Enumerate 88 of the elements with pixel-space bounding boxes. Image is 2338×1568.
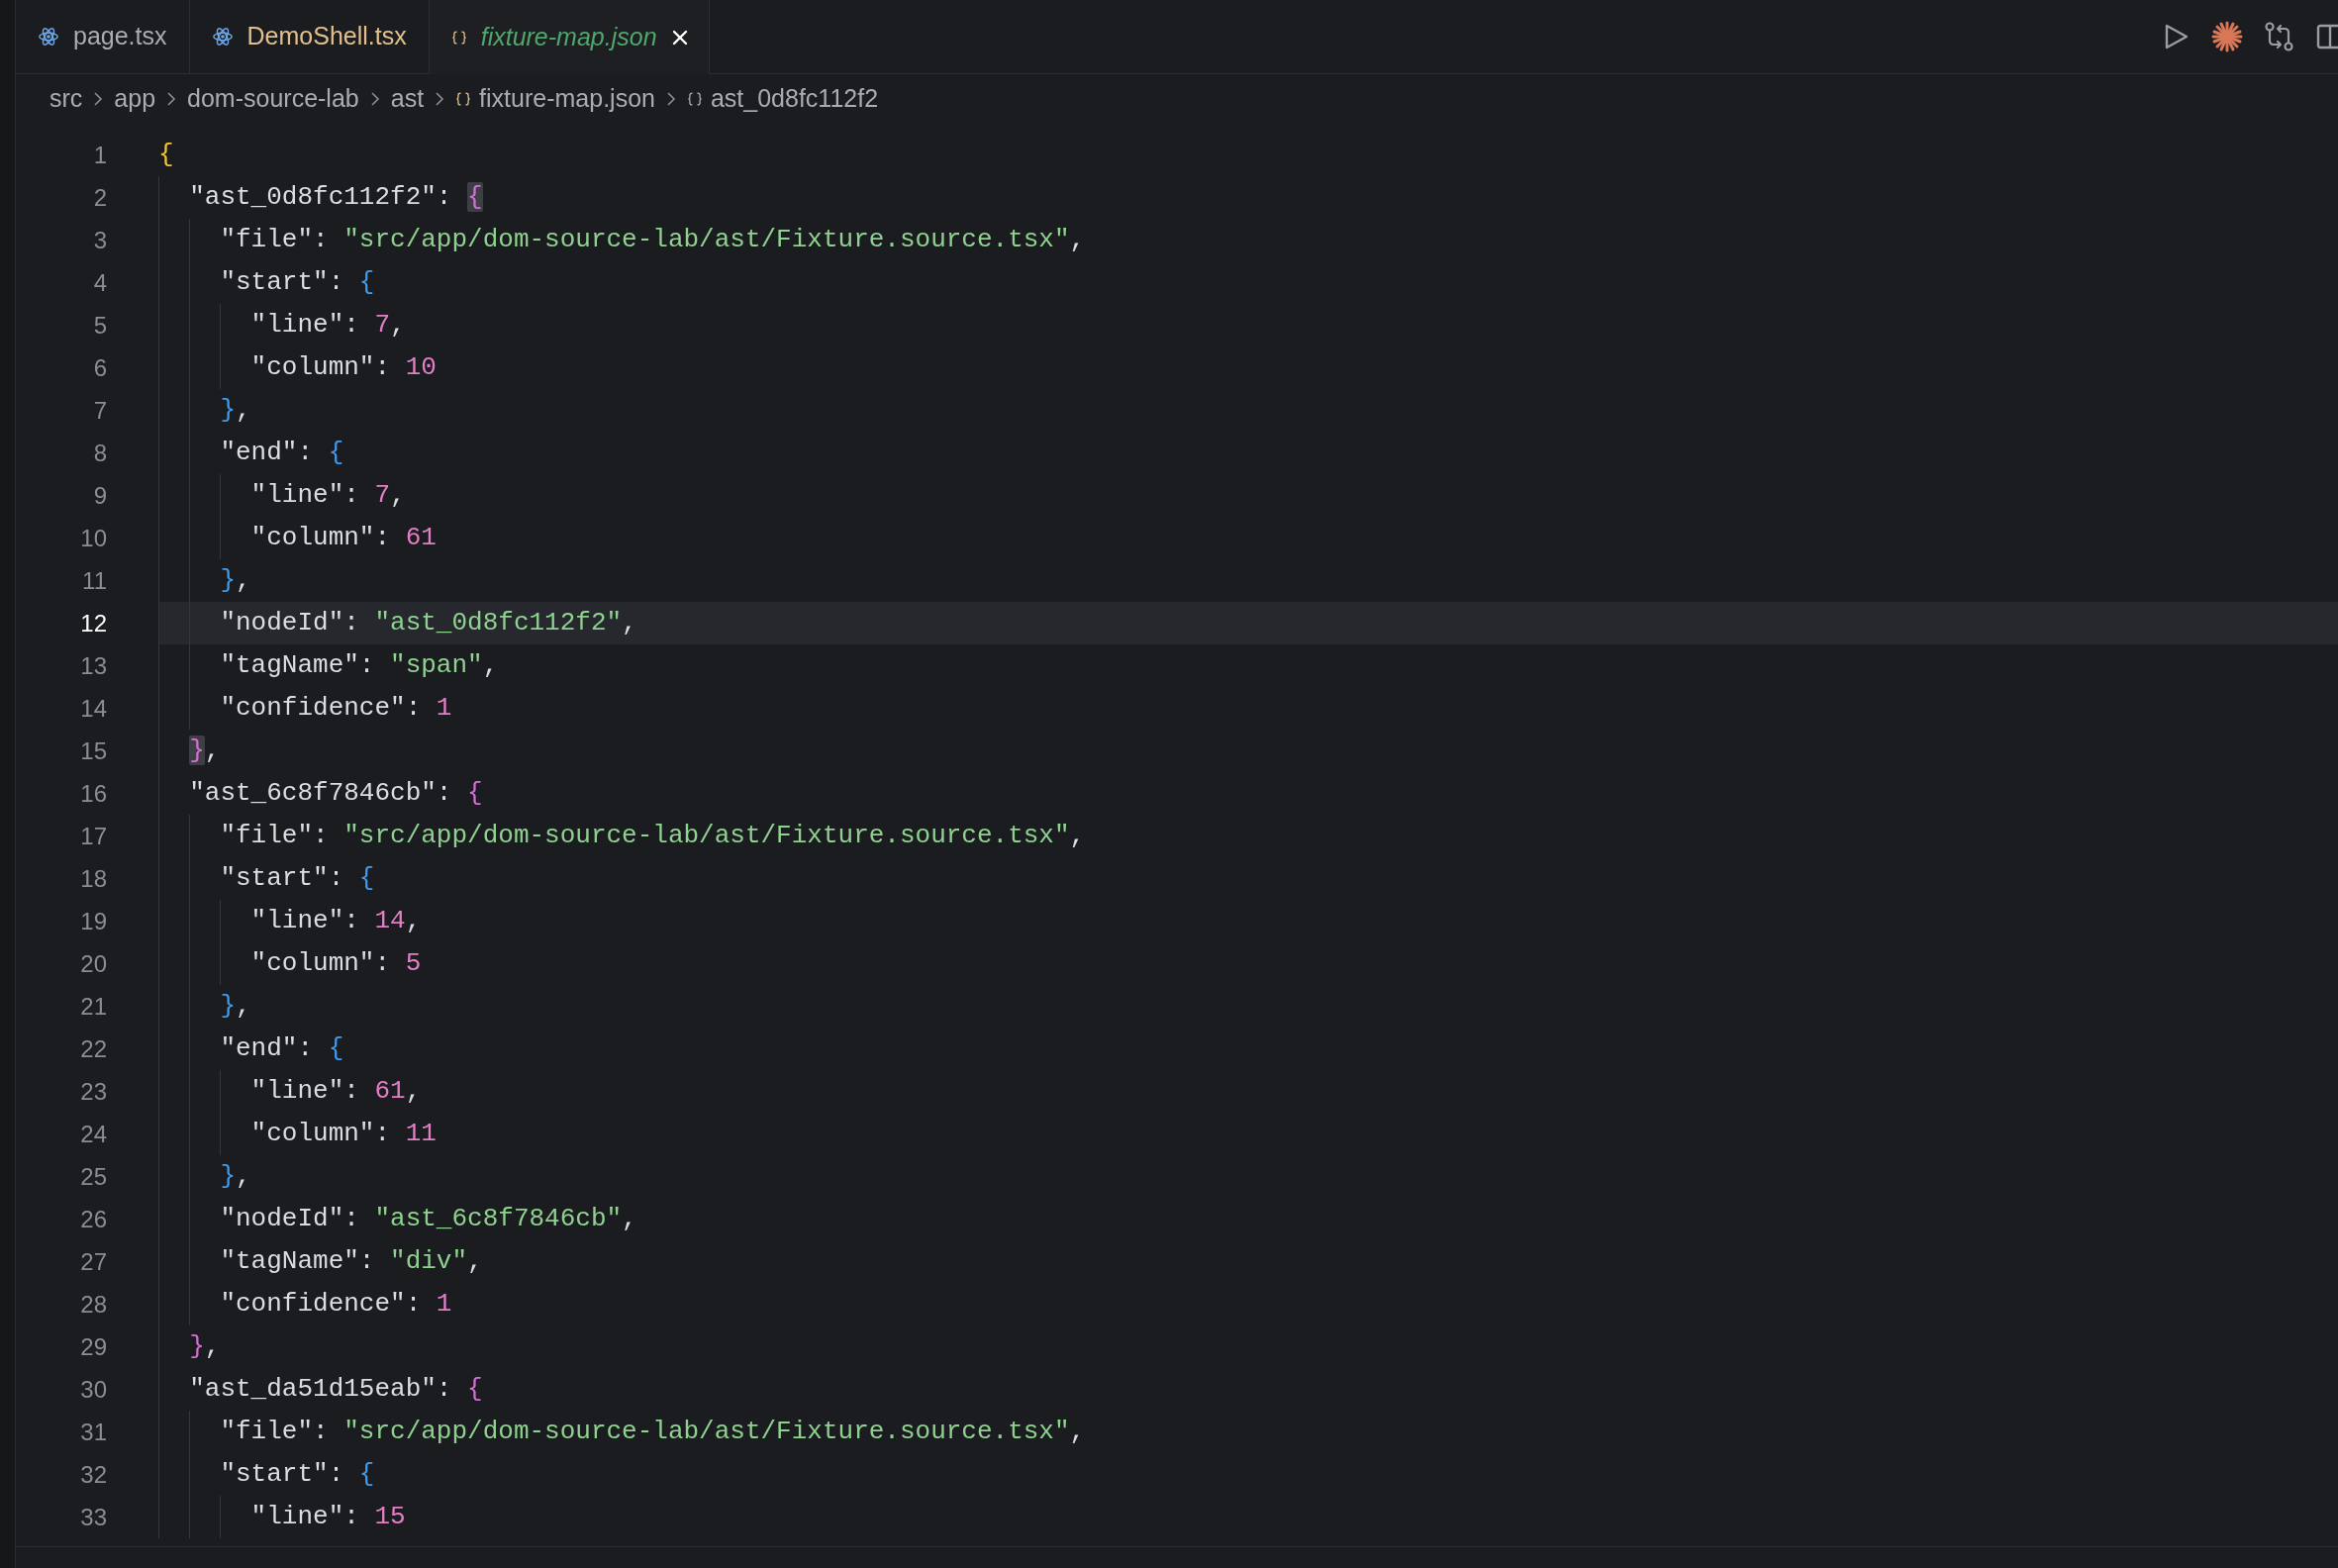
code-line: "end": { bbox=[219, 437, 344, 469]
code-line: }, bbox=[219, 564, 251, 597]
line-number: 5 bbox=[92, 310, 107, 341]
line-number: 23 bbox=[79, 1076, 107, 1107]
code-line: "file": "src/app/dom-source-lab/ast/Fixture.source.tsx", bbox=[219, 224, 1086, 256]
run-icon[interactable] bbox=[2164, 23, 2190, 50]
line-number: 12 bbox=[79, 608, 107, 638]
line-number: 16 bbox=[79, 778, 107, 809]
line-number: 21 bbox=[79, 991, 107, 1022]
line-number: 30 bbox=[79, 1374, 107, 1405]
line-number: 13 bbox=[79, 650, 107, 681]
editor-tab[interactable]: fixture-map.json bbox=[429, 0, 710, 74]
code-line: "start": { bbox=[219, 862, 375, 895]
line-number: 15 bbox=[79, 735, 107, 766]
atom-icon bbox=[38, 26, 59, 48]
breadcrumb-item[interactable]: dom-source-lab bbox=[187, 80, 359, 118]
line-number: 28 bbox=[79, 1289, 107, 1320]
breadcrumb-item[interactable]: app bbox=[114, 80, 156, 118]
code-line: "file": "src/app/dom-source-lab/ast/Fixture.source.tsx", bbox=[219, 1416, 1086, 1448]
braces-icon[interactable] bbox=[455, 91, 472, 107]
line-number: 20 bbox=[79, 948, 107, 979]
line-number: 6 bbox=[92, 352, 107, 383]
code-line: "confidence": 1 bbox=[219, 692, 452, 725]
breadcrumb-item[interactable]: src bbox=[49, 80, 83, 118]
code-line: "end": { bbox=[219, 1032, 344, 1065]
code-line: "ast_6c8f7846cb": { bbox=[188, 777, 483, 810]
code-line: "column": 5 bbox=[249, 947, 422, 980]
line-number: 27 bbox=[79, 1246, 107, 1277]
close-icon[interactable] bbox=[670, 28, 689, 47]
line-number: 25 bbox=[79, 1161, 107, 1192]
line-number: 1 bbox=[92, 140, 107, 170]
line-number: 7 bbox=[92, 395, 107, 426]
code-line: "column": 10 bbox=[249, 351, 437, 384]
code-line: }, bbox=[188, 735, 221, 767]
code-line: "file": "src/app/dom-source-lab/ast/Fixture.source.tsx", bbox=[219, 820, 1086, 852]
line-number: 11 bbox=[81, 565, 107, 596]
code-line: "line": 7, bbox=[249, 479, 406, 512]
line-number: 33 bbox=[79, 1502, 107, 1532]
line-number: 14 bbox=[79, 693, 107, 724]
line-number: 9 bbox=[92, 480, 107, 511]
line-number: 22 bbox=[79, 1033, 107, 1064]
code-line: "line": 7, bbox=[249, 309, 406, 342]
code-line: "nodeId": "ast_0d8fc112f2", bbox=[219, 607, 637, 639]
braces-icon bbox=[450, 29, 467, 46]
line-number: 8 bbox=[92, 438, 107, 468]
code-line: { bbox=[158, 139, 174, 171]
code-line: "start": { bbox=[219, 266, 375, 299]
asterisk-icon[interactable] bbox=[2211, 21, 2243, 52]
code-line: }, bbox=[219, 990, 251, 1023]
chevron-icon bbox=[664, 91, 677, 107]
code-line: "tagName": "span", bbox=[219, 649, 499, 682]
line-number: 24 bbox=[79, 1119, 107, 1149]
code-line: }, bbox=[219, 1160, 251, 1193]
line-number: 3 bbox=[92, 225, 107, 255]
line-number: 29 bbox=[79, 1331, 107, 1362]
breadcrumb-item[interactable]: ast bbox=[390, 80, 425, 118]
line-number: 10 bbox=[79, 523, 107, 553]
line-number: 19 bbox=[79, 906, 107, 936]
line-number: 17 bbox=[79, 821, 107, 851]
line-number: 32 bbox=[79, 1459, 107, 1490]
code-line: "column": 11 bbox=[249, 1118, 437, 1150]
code-line: "line": 15 bbox=[249, 1501, 406, 1533]
compare-changes-icon[interactable] bbox=[2265, 21, 2294, 52]
chevron-icon bbox=[165, 91, 178, 107]
code-line: }, bbox=[219, 394, 251, 427]
line-number: 2 bbox=[92, 182, 107, 213]
code-line: "line": 61, bbox=[249, 1075, 422, 1108]
code-line: "start": { bbox=[219, 1458, 375, 1491]
line-number: 31 bbox=[79, 1417, 107, 1447]
code-line: "ast_0d8fc112f2": { bbox=[188, 181, 483, 214]
breadcrumb-label: ast_0d8fc112f2 bbox=[710, 83, 879, 115]
line-number: 26 bbox=[79, 1204, 107, 1234]
breadcrumb-label: fixture-map.json bbox=[479, 83, 655, 115]
line-number: 18 bbox=[79, 863, 107, 894]
chevron-icon bbox=[92, 91, 105, 107]
code-line: "tagName": "div", bbox=[219, 1245, 483, 1278]
line-number: 4 bbox=[92, 267, 107, 298]
chevron-icon bbox=[368, 91, 381, 107]
code-line: "ast_da51d15eab": { bbox=[188, 1373, 483, 1406]
code-line: "confidence": 1 bbox=[219, 1288, 452, 1321]
code-line: }, bbox=[188, 1330, 221, 1363]
code-line: "line": 14, bbox=[249, 905, 422, 937]
atom-icon bbox=[211, 26, 234, 48]
braces-icon[interactable] bbox=[686, 91, 703, 107]
chevron-icon bbox=[434, 91, 446, 107]
split-editor-icon[interactable] bbox=[2316, 23, 2338, 50]
code-line: "column": 61 bbox=[249, 522, 437, 554]
code-line: "nodeId": "ast_6c8f7846cb", bbox=[219, 1203, 637, 1235]
